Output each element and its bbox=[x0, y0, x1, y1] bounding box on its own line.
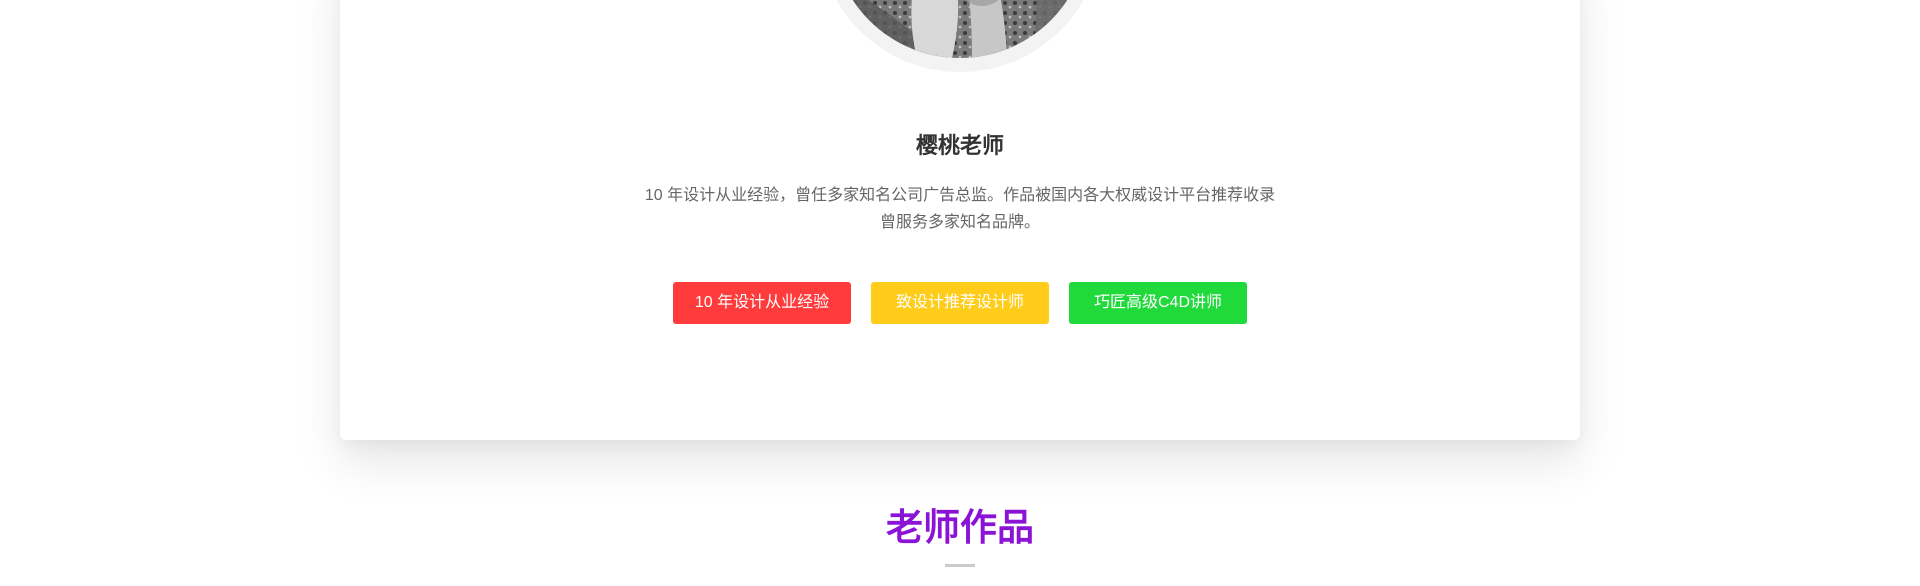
tag-experience: 10 年设计从业经验 bbox=[673, 282, 851, 324]
teacher-bio-line-1: 10 年设计从业经验，曾任多家知名公司广告总监。作品被国内各大权威设计平台推荐收… bbox=[644, 187, 1276, 204]
page: 樱桃老师 10 年设计从业经验，曾任多家知名公司广告总监。作品被国内各大权威设计… bbox=[0, 0, 1920, 586]
tag-recommended-designer: 致设计推荐设计师 bbox=[871, 282, 1049, 324]
works-section-title: 老师作品 bbox=[886, 507, 1034, 548]
tag-c4d-lecturer: 巧匠高级C4D讲师 bbox=[1069, 282, 1247, 324]
section-divider bbox=[945, 564, 975, 567]
teacher-bio: 10 年设计从业经验，曾任多家知名公司广告总监。作品被国内各大权威设计平台推荐收… bbox=[600, 182, 1320, 236]
teacher-name: 樱桃老师 bbox=[915, 133, 1004, 158]
teacher-bio-line-2: 曾服务多家知名品牌。 bbox=[879, 214, 1040, 231]
teacher-tags: 10 年设计从业经验 致设计推荐设计师 巧匠高级C4D讲师 bbox=[0, 282, 1920, 324]
